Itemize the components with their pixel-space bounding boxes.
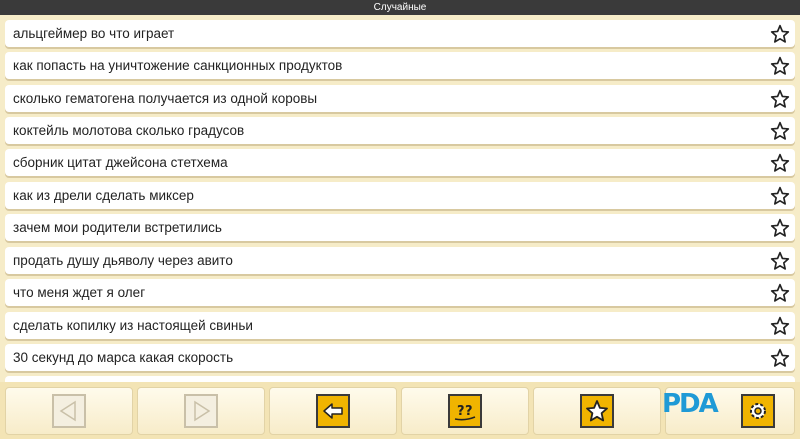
back-arrow-icon [316, 394, 350, 428]
list-item-label: зачем мои родители встретились [13, 220, 222, 235]
star-icon[interactable] [769, 315, 791, 337]
list-item-label: как из дрели сделать миксер [13, 188, 194, 203]
star-icon[interactable] [769, 23, 791, 45]
4pda-logo-icon: PDA [662, 386, 724, 422]
list-item[interactable]: как из дрели сделать миксер [5, 182, 795, 209]
svg-text:?: ? [465, 404, 473, 419]
arrow-right-outline-icon [184, 394, 218, 428]
list-item-label: сколько гематогена получается из одной к… [13, 91, 318, 106]
list-item[interactable]: зачем мои родители встретились [5, 214, 795, 241]
arrow-left-outline-icon [52, 394, 86, 428]
list-item[interactable]: что меня ждет я олег [5, 279, 795, 306]
list-item-label: что меня ждет я олег [13, 285, 146, 300]
list-item[interactable]: продать душу дьяволу через авито [5, 247, 795, 274]
list-item-label: продать душу дьяволу через авито [13, 253, 233, 268]
star-icon[interactable] [769, 185, 791, 207]
list-item-label: как попасть на уничтожение санкционных п… [13, 58, 343, 73]
list-item-label: сделать копилку из настоящей свиньи [13, 318, 253, 333]
star-icon[interactable] [769, 152, 791, 174]
list-item[interactable]: сколько гематогена получается из одной к… [5, 85, 795, 112]
settings-gear-icon [741, 394, 775, 428]
star-icon[interactable] [769, 88, 791, 110]
page-title: Случайные [0, 0, 800, 15]
list-item[interactable]: сборник цитат джейсона стетхема [5, 149, 795, 176]
list-item-label: коктейль молотова сколько градусов [13, 123, 245, 138]
svg-text:?: ? [457, 404, 465, 419]
star-icon[interactable] [769, 282, 791, 304]
list-item-label: сборник цитат джейсона стетхема [13, 155, 228, 170]
next-button[interactable] [137, 387, 265, 435]
query-list: альцгеймер во что играет как попасть на … [0, 15, 800, 382]
star-icon[interactable] [769, 217, 791, 239]
star-icon[interactable] [769, 250, 791, 272]
random-button[interactable]: ?? [401, 387, 529, 435]
back-button[interactable] [269, 387, 397, 435]
list-item[interactable]: коктейль молотова сколько градусов [5, 117, 795, 144]
list-item-label: 30 секунд до марса какая скорость [13, 350, 234, 365]
list-item[interactable]: альцгеймер во что играет [5, 20, 795, 47]
star-icon[interactable] [769, 347, 791, 369]
list-item[interactable]: 30 секунд до марса какая скорость [5, 344, 795, 371]
prev-button[interactable] [5, 387, 133, 435]
list-item-label: альцгеймер во что играет [13, 26, 175, 41]
random-question-icon: ?? [448, 394, 482, 428]
watermark-text: PDA [662, 389, 719, 419]
star-icon[interactable] [769, 120, 791, 142]
favorites-star-icon [580, 394, 614, 428]
list-item[interactable]: сделать копилку из настоящей свиньи [5, 312, 795, 339]
favorites-button[interactable] [533, 387, 661, 435]
star-icon[interactable] [769, 55, 791, 77]
list-item[interactable]: как попасть на уничтожение санкционных п… [5, 52, 795, 79]
